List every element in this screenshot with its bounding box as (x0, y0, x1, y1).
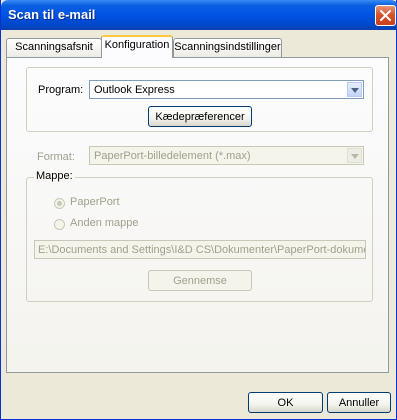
program-dropdown-button[interactable] (347, 82, 362, 97)
ok-button[interactable]: OK (248, 392, 323, 413)
close-button[interactable] (375, 5, 396, 26)
program-select[interactable]: Outlook Express (89, 80, 364, 99)
program-select-value: Outlook Express (94, 84, 175, 96)
paperport-radio-label: PaperPort (70, 196, 120, 208)
chevron-down-icon (351, 154, 359, 159)
cancel-button[interactable]: Annuller (327, 392, 391, 413)
tab-scanningsafsnit[interactable]: Scanningsafsnit (6, 38, 102, 57)
other-folder-radio-label: Anden mappe (70, 217, 139, 229)
chevron-down-icon (351, 88, 359, 93)
tab-konfiguration[interactable]: Konfiguration (101, 35, 173, 58)
format-select[interactable]: PaperPort-billedelement (*.max) (89, 146, 364, 165)
folder-path-field[interactable]: E:\Documents and Settings\I&D CS\Dokumen… (34, 240, 366, 259)
format-label: Format: (37, 151, 75, 163)
chain-preferences-button[interactable]: Kædepræferencer (148, 106, 252, 127)
program-label: Program: (38, 84, 84, 96)
other-folder-radio[interactable] (54, 219, 65, 230)
tab-strip: Scanningsafsnit Konfiguration Scanningsi… (1, 34, 397, 58)
format-select-value: PaperPort-billedelement (*.max) (94, 150, 251, 162)
browse-button[interactable]: Gennemse (148, 270, 252, 291)
paperport-radio[interactable] (54, 198, 65, 209)
folder-legend: Mappe: (34, 170, 75, 182)
folder-path-value: E:\Documents and Settings\I&D CS\Dokumen… (38, 244, 366, 256)
format-dropdown-button[interactable] (347, 148, 362, 163)
title-bar[interactable]: Scan til e-mail (1, 0, 397, 30)
window-title: Scan til e-mail (8, 7, 96, 22)
tab-scanningsindstillinger[interactable]: Scanningsindstillinger (173, 38, 282, 57)
close-icon (380, 10, 391, 21)
dialog-window: Scan til e-mail Scanningsafsnit Konfigur… (0, 0, 397, 420)
